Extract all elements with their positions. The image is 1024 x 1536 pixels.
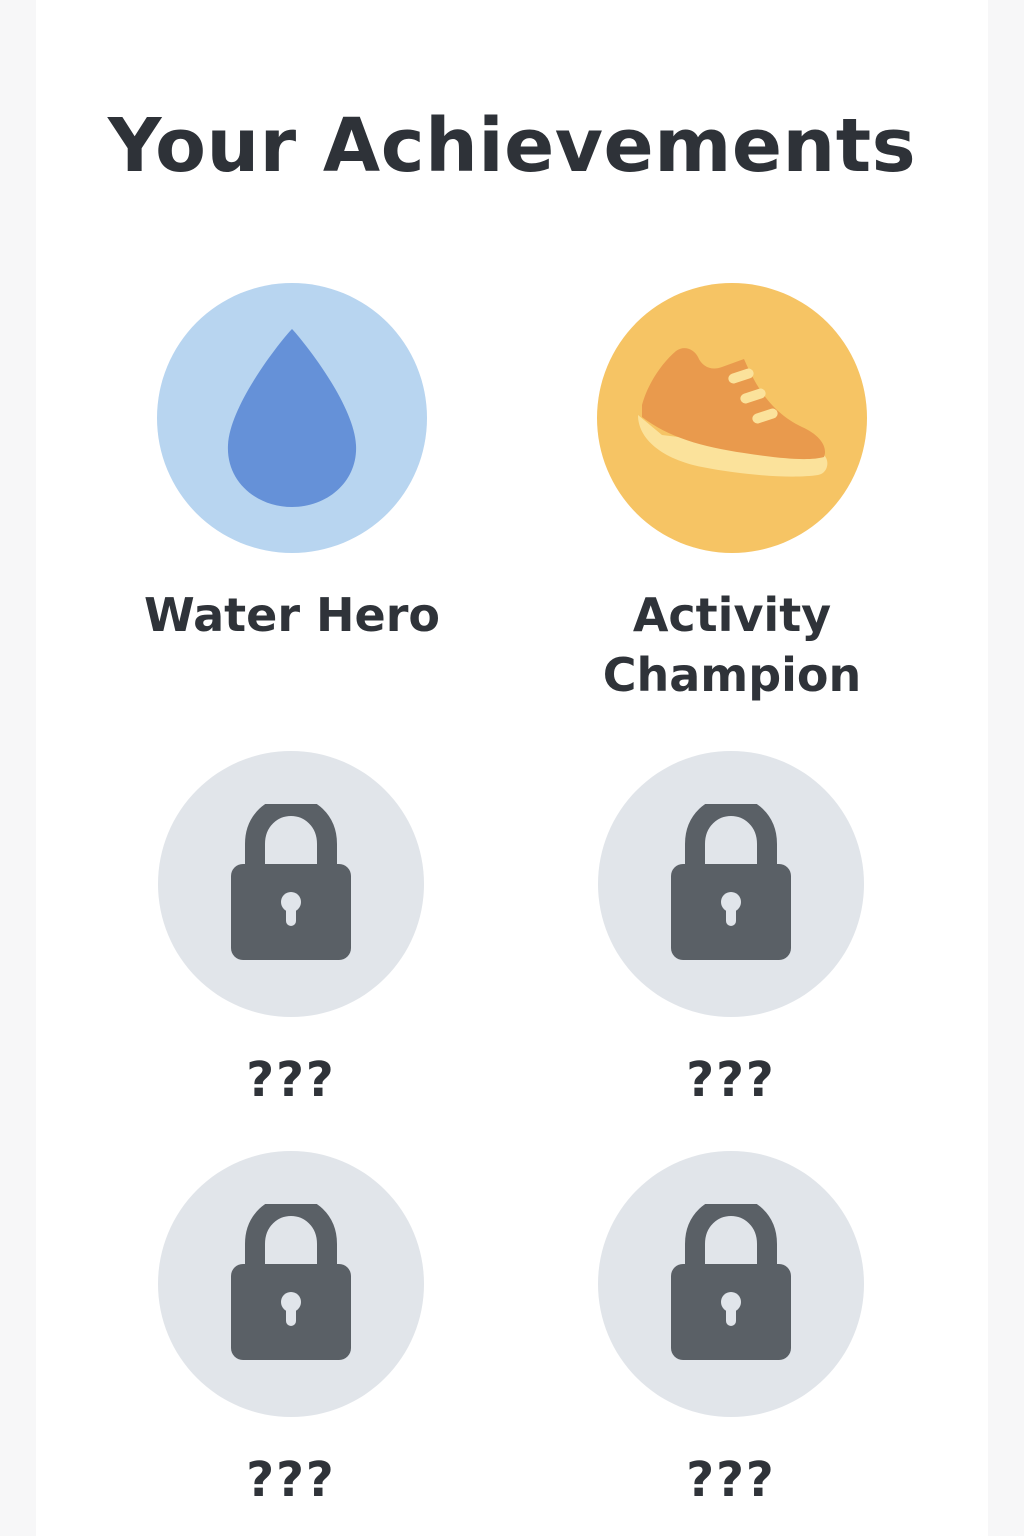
lock-icon xyxy=(669,804,793,964)
lock-icon xyxy=(229,804,353,964)
badge-label-activity-champion: Activity Champion xyxy=(552,585,912,705)
badge-label-locked-4: ??? xyxy=(686,1452,776,1508)
lock-icon xyxy=(669,1204,793,1364)
badge-locked-2[interactable] xyxy=(598,751,864,1017)
water-drop-icon xyxy=(222,323,362,513)
badge-label-locked-3: ??? xyxy=(246,1452,336,1508)
lock-icon xyxy=(229,1204,353,1364)
badge-label-locked-2: ??? xyxy=(686,1052,776,1108)
badge-locked-3[interactable] xyxy=(158,1151,424,1417)
badge-locked-4[interactable] xyxy=(598,1151,864,1417)
sneaker-icon xyxy=(632,343,832,493)
badge-label-water-hero: Water Hero xyxy=(143,588,440,642)
badge-label-activity-champion-text: Activity Champion xyxy=(602,588,862,702)
badge-water-hero[interactable] xyxy=(157,283,427,553)
badge-activity-champion[interactable] xyxy=(597,283,867,553)
badge-locked-1[interactable] xyxy=(158,751,424,1017)
badge-label-locked-1: ??? xyxy=(246,1052,336,1108)
page-title: Your Achievements xyxy=(107,103,917,189)
